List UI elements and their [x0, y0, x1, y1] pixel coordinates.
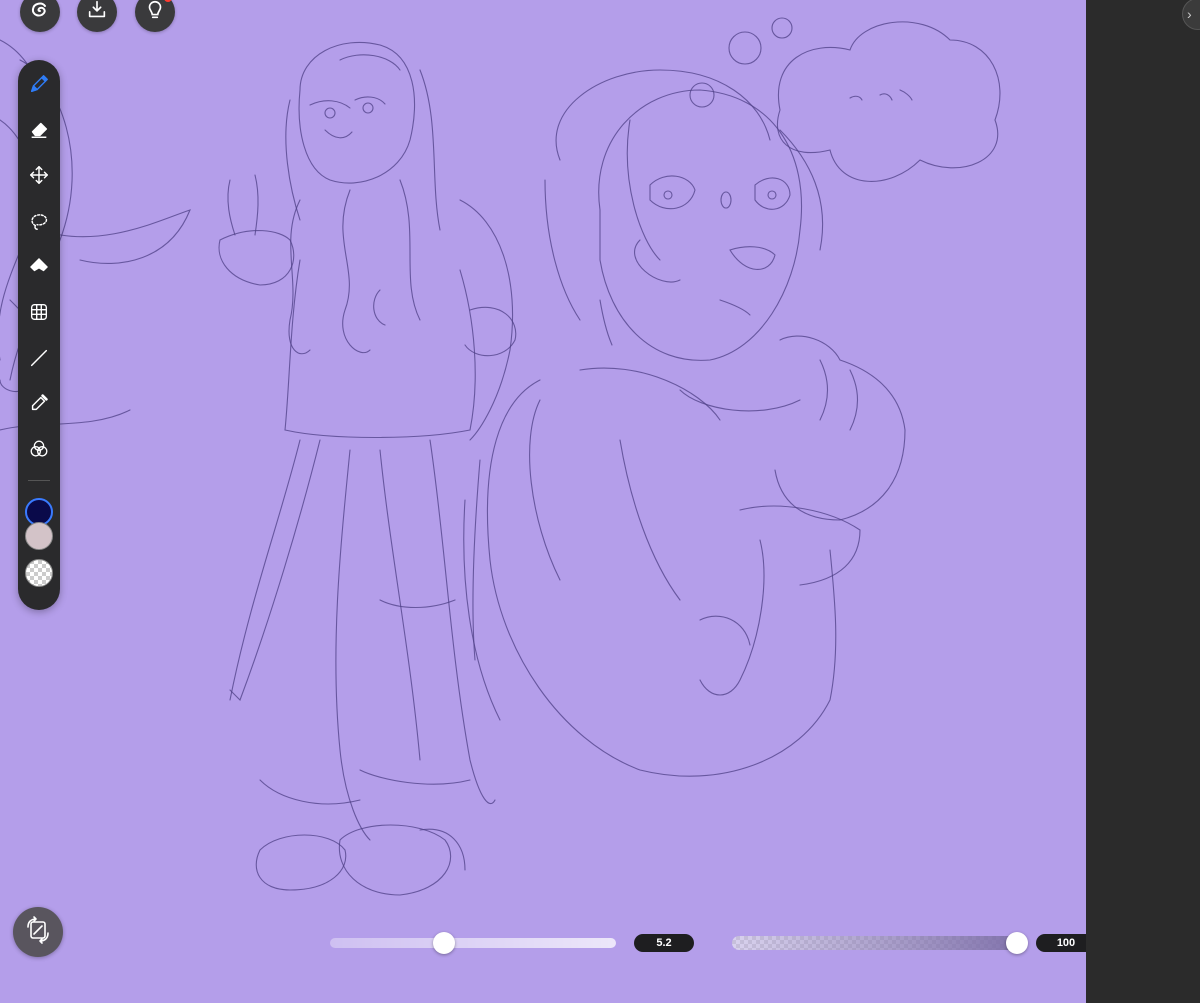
line-icon [28, 347, 50, 374]
pen-icon [28, 73, 50, 100]
eyedropper-icon [28, 392, 50, 419]
secondary-color-swatch[interactable] [25, 522, 53, 550]
brush-opacity-knob[interactable] [1006, 932, 1028, 954]
tool-palette [18, 60, 60, 610]
app-logo-icon [28, 0, 52, 27]
line-tool[interactable] [23, 344, 55, 376]
lasso-icon [28, 210, 50, 237]
sketch-artwork [0, 17, 1001, 896]
brush-opacity-slider[interactable] [732, 936, 1022, 950]
color-blend-tool[interactable] [23, 435, 55, 467]
brush-size-slider[interactable] [330, 938, 616, 948]
move-tool[interactable] [23, 161, 55, 193]
flip-canvas-button[interactable] [13, 907, 63, 957]
pen-tool[interactable] [23, 70, 55, 102]
transform-tool[interactable] [23, 298, 55, 330]
color-blend-icon [28, 438, 50, 465]
toolbar-divider [28, 480, 50, 481]
eraser-tool[interactable] [23, 115, 55, 147]
lightbulb-icon [144, 0, 166, 26]
side-panel [1086, 0, 1200, 1003]
drawing-canvas[interactable] [0, 0, 1086, 1003]
chevron-icon: › [1187, 6, 1192, 22]
flip-canvas-icon [23, 915, 53, 950]
move-icon [28, 164, 50, 191]
lasso-tool[interactable] [23, 207, 55, 239]
brush-size-value: 5.2 [634, 934, 694, 952]
eyedropper-tool[interactable] [23, 389, 55, 421]
paint-bucket-icon [28, 256, 50, 283]
eraser-icon [28, 118, 50, 145]
download-tray-icon [86, 0, 108, 26]
fill-tool[interactable] [23, 253, 55, 285]
transparent-color-swatch[interactable] [25, 559, 53, 587]
transform-grid-icon [28, 301, 50, 328]
